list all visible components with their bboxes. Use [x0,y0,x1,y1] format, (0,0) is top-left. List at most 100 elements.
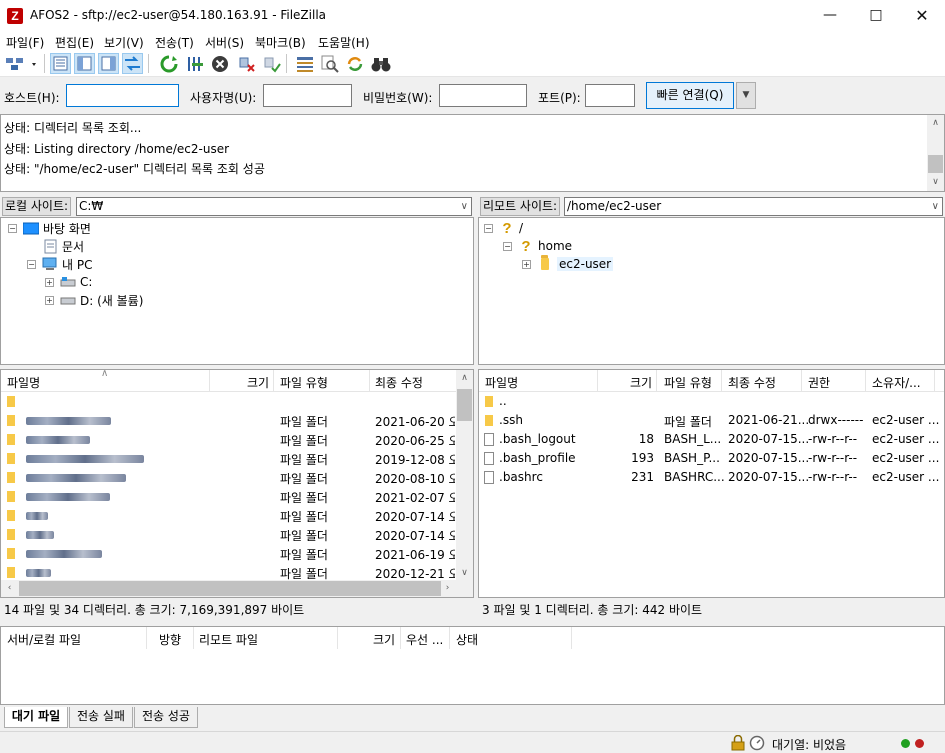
transfer-queue[interactable]: 서버/로컬 파일 방향 리모트 파일 크기 우선 ... 상태 [0,626,945,705]
username-input[interactable] [263,84,352,107]
menu-bookmarks[interactable]: 북마크(B) [255,34,306,51]
close-button[interactable]: ✕ [899,0,945,31]
maximize-button[interactable]: □ [853,0,899,31]
queue-header-file[interactable]: 서버/로컬 파일 [7,631,81,648]
menu-view[interactable]: 보기(V) [104,34,144,51]
table-row[interactable]: 파일 폴더 2020-06-25 오... [1,430,473,449]
queue-header-remote-file[interactable]: 리모트 파일 [199,631,258,648]
reconnect-button[interactable] [261,53,282,74]
column-header-type[interactable]: 파일 유형 [664,374,712,391]
scroll-down-icon[interactable]: ∨ [927,174,944,191]
table-row[interactable]: 파일 폴더 2021-06-19 오... [1,544,473,563]
table-row[interactable]: .bash_logout 18 BASH_L... 2020-07-15... -rw-… [479,430,944,449]
queue-header-direction[interactable]: 방향 [159,631,181,648]
column-header-filename[interactable]: 파일명 [7,374,40,391]
tree-node-documents[interactable]: 문서 [42,237,84,255]
quickconnect-button[interactable]: 빠른 연결(Q) [646,82,734,109]
local-scroll-thumb[interactable] [457,389,472,421]
table-row[interactable]: .ssh 파일 폴더 2021-06-21... drwx------ ec2-user… [479,411,944,430]
log-scrollbar[interactable]: ∧ ∨ [927,115,944,191]
tree-node-d-drive[interactable]: + D: (새 볼륨) [45,291,143,309]
table-row[interactable]: 파일 폴더 2020-07-14 오... [1,525,473,544]
tab-successful-transfers[interactable]: 전송 성공 [134,707,198,728]
menu-file[interactable]: 파일(F) [6,34,44,51]
expand-icon[interactable]: + [522,259,531,269]
column-header-type[interactable]: 파일 유형 [280,374,328,391]
minimize-button[interactable]: — [807,0,853,31]
search-files-button[interactable] [319,53,340,74]
queue-header-priority[interactable]: 우선 ... [406,631,443,648]
column-header-filename[interactable]: 파일명 [485,374,518,391]
tree-node-desktop[interactable]: − 바탕 화면 [8,219,91,237]
collapse-icon[interactable]: − [27,259,36,269]
directory-filter-button[interactable] [294,53,315,74]
column-header-modified[interactable]: 최종 수정 [728,374,776,391]
quickconnect-dropdown-button[interactable]: ▼ [736,82,756,109]
remote-file-list[interactable]: 파일명 크기 파일 유형 최종 수정 권한 소유자/... .. .ssh 파일 폴… [478,369,945,598]
table-row[interactable]: 파일 폴더 2021-06-20 오... [1,411,473,430]
remote-path-combo[interactable]: /home/ec2-user ∨ [564,197,943,216]
sync-browsing-button[interactable] [344,53,365,74]
toggle-log-button[interactable] [50,53,71,74]
expand-icon[interactable]: + [45,295,54,305]
collapse-icon[interactable]: − [503,241,512,251]
site-manager-button[interactable] [4,53,40,74]
tree-node-ec2-user[interactable]: + ec2-user [522,255,614,273]
scroll-up-icon[interactable]: ∧ [456,370,473,387]
scroll-right-icon[interactable]: › [439,580,456,597]
cancel-operation-button[interactable] [209,53,230,74]
log-scroll-thumb[interactable] [928,155,943,173]
table-row[interactable]: 파일 폴더 2019-12-08 오... [1,449,473,468]
scroll-up-icon[interactable]: ∧ [927,115,944,132]
process-queue-button[interactable] [184,53,205,74]
collapse-icon[interactable]: − [484,223,493,233]
queue-header-size[interactable]: 크기 [373,631,395,648]
toggle-local-tree-button[interactable] [74,53,95,74]
local-hscroll-thumb[interactable] [19,581,441,596]
toggle-remote-tree-button[interactable] [98,53,119,74]
table-row[interactable]: .bash_profile 193 BASH_P... 2020-07-15... -r… [479,449,944,468]
column-header-owner[interactable]: 소유자/... [872,374,921,391]
local-list-scrollbar[interactable]: ∧ ∨ [456,370,473,582]
menu-edit[interactable]: 편집(E) [55,34,94,51]
scroll-left-icon[interactable]: ‹ [1,580,18,597]
speed-limit-icon[interactable] [749,735,765,753]
chevron-down-icon[interactable]: ∨ [461,198,468,215]
tree-node-mypc[interactable]: − 내 PC [27,255,92,273]
local-directory-tree[interactable]: − 바탕 화면 문서 − 내 PC + C: + D: (새 볼륨) [0,217,474,365]
port-input[interactable] [585,84,635,107]
table-row[interactable]: 파일 폴더 2021-02-07 오... [1,487,473,506]
host-input[interactable] [66,84,179,107]
table-row[interactable]: .. [479,392,944,411]
menu-help[interactable]: 도움말(H) [318,34,370,51]
column-header-permissions[interactable]: 권한 [808,374,830,391]
chevron-down-icon[interactable]: ∨ [932,198,939,215]
expand-icon[interactable]: + [45,277,54,287]
tab-failed-transfers[interactable]: 전송 실패 [69,707,133,728]
local-path-combo[interactable]: C:₩ ∨ [76,197,472,216]
table-row[interactable]: .bashrc 231 BASHRC... 2020-07-15... -rw-r--r… [479,468,944,487]
queue-header-status[interactable]: 상태 [456,631,478,648]
table-row[interactable]: 파일 폴더 2020-07-14 오... [1,506,473,525]
tree-node-root[interactable]: − ? / [484,219,523,237]
tree-node-c-drive[interactable]: + C: [45,273,92,291]
refresh-button[interactable] [158,53,179,74]
menu-transfer[interactable]: 전송(T) [155,34,194,51]
remote-directory-tree[interactable]: − ? / − ? home + ec2-user [478,217,945,365]
tab-queued-files[interactable]: 대기 파일 [4,707,68,728]
local-hscrollbar[interactable]: ‹ › [1,580,473,597]
collapse-icon[interactable]: − [8,223,17,233]
disconnect-button[interactable] [236,53,257,74]
message-log[interactable]: 상태: 디렉터리 목록 조회... 상태: Listing directory … [0,114,945,192]
tree-node-home[interactable]: − ? home [503,237,572,255]
column-header-size[interactable]: 크기 [630,374,652,391]
column-header-size[interactable]: 크기 [247,374,269,391]
column-header-modified[interactable]: 최종 수정 [375,374,423,391]
table-row[interactable]: 파일 폴더 2020-08-10 오... [1,468,473,487]
find-files-button[interactable] [370,53,391,74]
password-input[interactable] [439,84,527,107]
table-row[interactable] [1,392,473,411]
menu-server[interactable]: 서버(S) [205,34,244,51]
local-file-list[interactable]: 파일명 ∧ 크기 파일 유형 최종 수정 파일 폴더 2021-06-20 오..… [0,369,474,598]
toggle-queue-button[interactable] [122,53,143,74]
